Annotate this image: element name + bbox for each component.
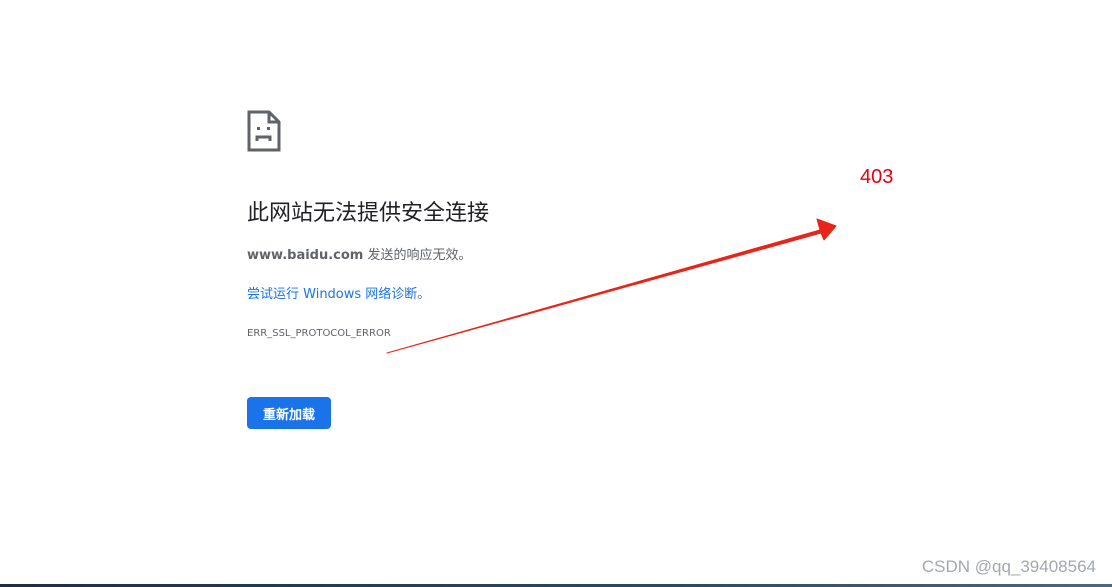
- annotation-label: 403: [860, 166, 894, 188]
- error-description: www.baidu.com 发送的响应无效。: [247, 246, 472, 266]
- watermark: CSDN @qq_39408564: [921, 557, 1096, 576]
- annotation-arrow: [386, 218, 837, 354]
- diagnostics-link[interactable]: 尝试运行 Windows 网络诊断。: [247, 285, 430, 305]
- diagnostics-link-text[interactable]: 尝试运行 Windows 网络诊断: [247, 287, 417, 302]
- error-code: ERR_SSL_PROTOCOL_ERROR: [247, 328, 391, 339]
- error-domain: www.baidu.com: [247, 248, 364, 263]
- page-title: 此网站无法提供安全连接: [247, 201, 490, 226]
- diagnostics-period: 。: [417, 287, 431, 302]
- broken-page-icon: [247, 110, 281, 152]
- error-description-text: 发送的响应无效。: [363, 248, 472, 263]
- reload-button[interactable]: 重新加载: [247, 397, 331, 429]
